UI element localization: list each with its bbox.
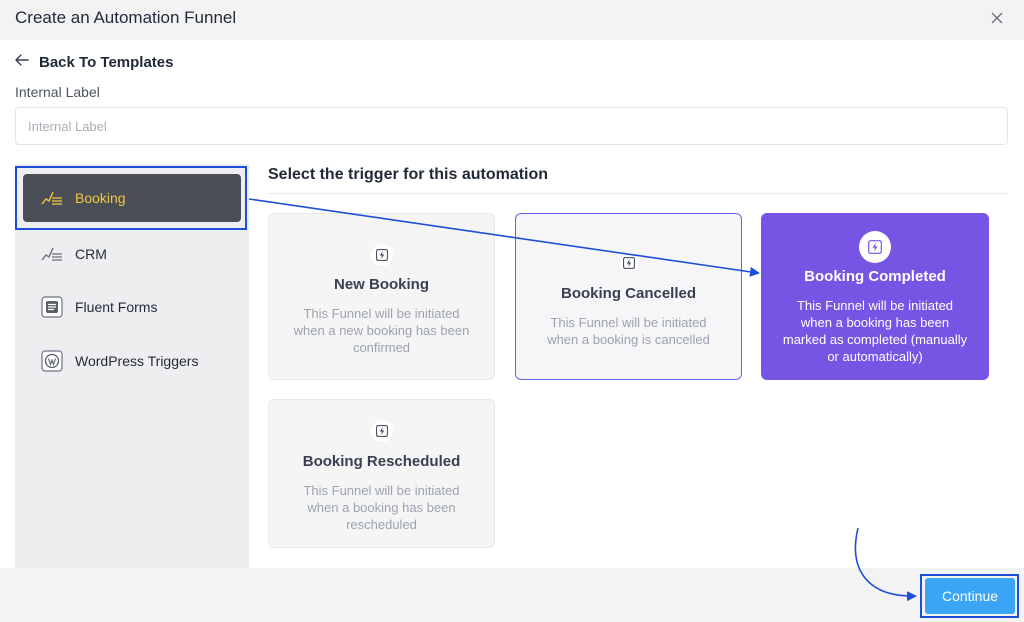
trigger-card-booking-completed[interactable]: Booking Completed This Funnel will be in…	[761, 213, 989, 380]
wordpress-icon	[41, 350, 63, 372]
trigger-card-title: New Booking	[333, 276, 429, 293]
sidebar-item-label: WordPress Triggers	[75, 353, 199, 369]
fluent-forms-icon	[41, 296, 63, 318]
bolt-icon	[859, 231, 891, 263]
dialog-title: Create an Automation Funnel	[15, 8, 237, 27]
back-to-templates-label: Back To Templates	[39, 53, 174, 71]
trigger-card-booking-rescheduled[interactable]: Booking Rescheduled This Funnel will be …	[268, 399, 495, 548]
trigger-card-booking-cancelled[interactable]: Booking Cancelled This Funnel will be in…	[515, 213, 742, 380]
bolt-icon	[370, 244, 393, 266]
trigger-card-description: This Funnel will be initiated when a boo…	[547, 315, 710, 347]
trigger-category-sidebar: Booking CRM Fluent Forms WordPress Trigg…	[15, 164, 249, 568]
internal-label-input[interactable]	[15, 107, 1008, 145]
close-icon[interactable]	[987, 8, 1007, 28]
heading-divider	[268, 193, 1008, 194]
continue-button[interactable]: Continue	[925, 578, 1015, 614]
trigger-card-description: This Funnel will be initiated when a boo…	[303, 483, 460, 532]
dialog-header: Create an Automation Funnel	[0, 0, 1024, 40]
sidebar-item-label: Fluent Forms	[75, 299, 158, 315]
trigger-section-heading: Select the trigger for this automation	[268, 166, 549, 183]
bolt-icon	[619, 254, 638, 272]
sidebar-item-label: Booking	[75, 190, 126, 206]
chart-lines-icon	[41, 243, 63, 265]
trigger-card-title: Booking Completed	[804, 268, 946, 285]
bolt-icon	[370, 420, 393, 442]
sidebar-item-fluent-forms[interactable]: Fluent Forms	[23, 283, 241, 331]
trigger-card-title: Booking Cancelled	[560, 285, 697, 302]
internal-label-label: Internal Label	[15, 84, 100, 100]
sidebar-item-wordpress-triggers[interactable]: WordPress Triggers	[23, 337, 241, 385]
arrow-left-icon	[15, 53, 29, 71]
sidebar-item-label: CRM	[75, 246, 107, 262]
trigger-card-description: This Funnel will be initiated when a boo…	[782, 298, 968, 364]
trigger-card-description: This Funnel will be initiated when a new…	[293, 306, 470, 355]
chart-lines-icon	[41, 187, 63, 209]
back-to-templates-link[interactable]: Back To Templates	[15, 53, 174, 71]
trigger-card-new-booking[interactable]: New Booking This Funnel will be initiate…	[268, 213, 495, 380]
sidebar-item-booking[interactable]: Booking	[23, 174, 241, 222]
sidebar-item-crm[interactable]: CRM	[23, 230, 241, 278]
trigger-card-title: Booking Rescheduled	[302, 453, 461, 470]
dialog-footer	[0, 568, 1024, 622]
